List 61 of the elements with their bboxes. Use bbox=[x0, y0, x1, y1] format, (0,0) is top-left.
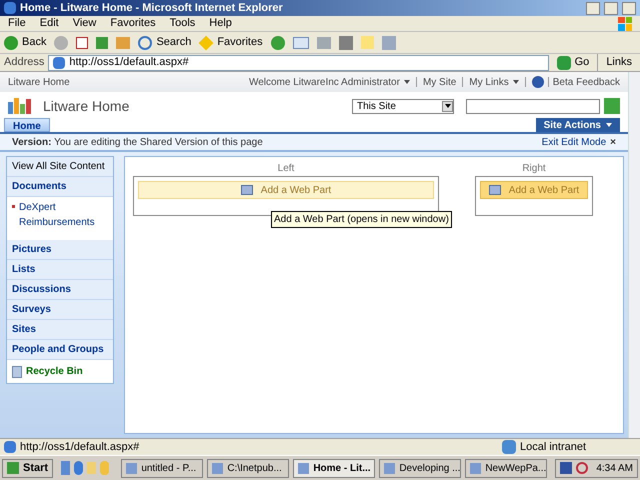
address-field[interactable]: http://oss1/default.aspx# bbox=[48, 54, 549, 70]
maximize-button[interactable] bbox=[604, 2, 618, 14]
start-button[interactable]: Start bbox=[2, 458, 54, 478]
tooltip: Add a Web Part (opens in new window) bbox=[271, 211, 452, 228]
zone-title: Left bbox=[278, 162, 294, 176]
back-button[interactable]: Back bbox=[4, 34, 46, 51]
nav-tab[interactable]: Home bbox=[4, 118, 50, 132]
quick-launch-heading[interactable]: People and Groups bbox=[7, 340, 113, 360]
menu-item[interactable]: Help bbox=[209, 15, 232, 32]
caret-icon[interactable] bbox=[404, 80, 410, 84]
taskbar-button[interactable]: Developing ... bbox=[379, 458, 462, 478]
quick-launch-item[interactable]: DeXpert Reimbursements bbox=[19, 200, 108, 230]
zone-title: Right bbox=[522, 162, 546, 176]
search-button[interactable]: Search bbox=[138, 34, 192, 51]
favorites-button[interactable]: Favorites bbox=[199, 34, 263, 51]
quick-launch-heading[interactable]: Pictures bbox=[7, 240, 113, 260]
menu-item[interactable]: Edit bbox=[40, 15, 59, 32]
top-link[interactable]: My Links bbox=[469, 74, 509, 90]
windows-logo-icon bbox=[618, 16, 632, 30]
version-message: Version: You are editing the Shared Version of this page bbox=[12, 136, 264, 150]
quick-launch-heading[interactable]: Documents bbox=[7, 177, 113, 197]
menu-item[interactable]: View bbox=[72, 15, 96, 32]
go-button[interactable]: Go bbox=[552, 54, 594, 71]
site-title: Litware Home bbox=[43, 96, 130, 116]
window-title: Home - Litware Home - Microsoft Internet Explorer bbox=[20, 0, 284, 16]
view-all-link[interactable]: View All Site Content bbox=[7, 157, 113, 177]
clock: 4:34 AM bbox=[596, 462, 634, 476]
recycle-bin-link[interactable]: Recycle Bin bbox=[26, 364, 83, 379]
exit-edit-mode-link[interactable]: Exit Edit Mode bbox=[542, 134, 606, 150]
close-button[interactable]: × bbox=[610, 134, 616, 150]
site-actions-button[interactable]: Site Actions bbox=[536, 118, 620, 132]
status-url: http://oss1/default.aspx# bbox=[20, 440, 140, 455]
quick-launch-heading[interactable]: Surveys bbox=[7, 300, 113, 320]
security-zone: Local intranet bbox=[520, 440, 588, 455]
quick-launch-icon[interactable] bbox=[61, 461, 70, 475]
caret-icon[interactable] bbox=[512, 80, 519, 84]
add-web-part-button[interactable]: Add a Web Part bbox=[138, 181, 434, 199]
close-button[interactable] bbox=[622, 2, 636, 14]
scroll-bar[interactable] bbox=[628, 72, 640, 438]
bullet-icon bbox=[12, 205, 15, 208]
top-link[interactable]: My Site bbox=[422, 74, 456, 90]
quick-launch-icon[interactable] bbox=[74, 461, 84, 475]
breadcrumb[interactable]: Litware Home bbox=[8, 74, 249, 90]
menu-item[interactable]: File bbox=[8, 15, 26, 32]
taskbar-button[interactable]: NewWepPa... bbox=[465, 458, 548, 478]
menu-item[interactable]: Tools bbox=[170, 15, 196, 32]
top-link[interactable]: Welcome LitwareInc Administrator bbox=[248, 74, 400, 90]
quick-launch-heading[interactable]: Lists bbox=[7, 260, 113, 280]
menu-item[interactable]: Favorites bbox=[110, 15, 156, 32]
quick-launch-heading[interactable]: Sites bbox=[7, 320, 113, 340]
quick-launch-heading[interactable]: Discussions bbox=[7, 280, 113, 300]
taskbar-button[interactable]: C:\Inetpub... bbox=[207, 458, 290, 478]
top-link[interactable]: Beta Feedback bbox=[552, 74, 620, 90]
taskbar-button[interactable]: Home - Lit... bbox=[293, 458, 376, 478]
search-scope-dropdown[interactable]: This Site bbox=[352, 98, 454, 114]
search-field[interactable] bbox=[466, 98, 600, 114]
taskbar-button[interactable]: untitled - P... bbox=[121, 458, 204, 478]
links-button[interactable]: Links bbox=[597, 54, 636, 71]
help-icon[interactable] bbox=[532, 76, 544, 88]
address-label: Address bbox=[4, 55, 44, 70]
minimize-button[interactable] bbox=[586, 2, 600, 14]
